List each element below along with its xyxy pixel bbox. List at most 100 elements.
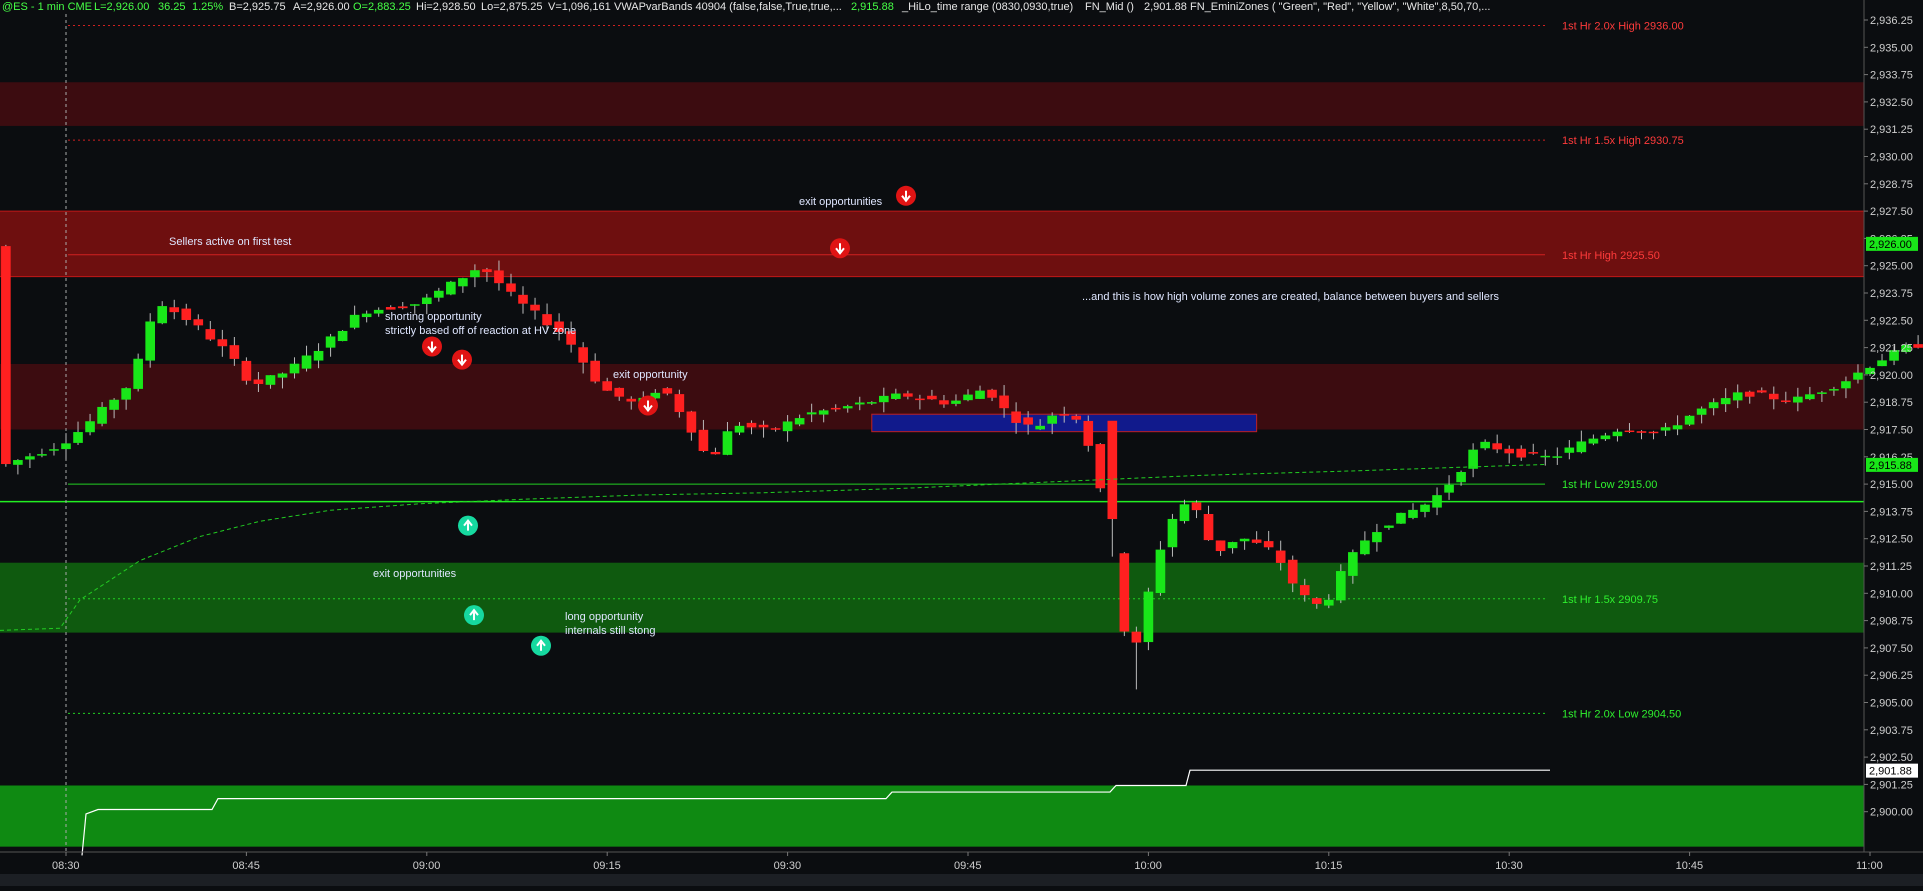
candle-body-517 — [145, 321, 155, 361]
candle-body-520 — [181, 308, 192, 320]
candle-body-646 — [1696, 408, 1707, 415]
candle-body-600 — [1143, 591, 1154, 643]
x-tick-label-10: 11:00 — [1856, 860, 1883, 872]
candle-body-553 — [578, 347, 588, 363]
header-study3-val: 2,901.88 — [1144, 1, 1187, 13]
candle-body-547 — [506, 283, 516, 292]
candle-body-541 — [434, 290, 444, 298]
candle-body-596 — [1095, 444, 1106, 489]
candle-body-609 — [1251, 539, 1262, 543]
candle-body-651 — [1756, 390, 1767, 393]
candle-body-664 — [1913, 344, 1923, 348]
candle-body-628 — [1480, 441, 1490, 449]
mid-price-tag-text: 2,901.88 — [1869, 766, 1912, 778]
candle-body-580 — [903, 393, 913, 397]
y-tick-label-6: 2,928.75 — [1870, 179, 1913, 191]
candle-body-603 — [1179, 504, 1190, 522]
candle-body-554 — [590, 360, 600, 382]
candle-body-508 — [37, 454, 47, 456]
annotation-hv-note: ...and this is how high volume zones are… — [1082, 291, 1500, 303]
candle-body-511 — [73, 432, 83, 443]
candle-body-578 — [879, 395, 889, 403]
candle-body-539 — [409, 304, 420, 306]
candle-body-650 — [1744, 391, 1755, 397]
candle-body-634 — [1552, 456, 1563, 458]
candle-body-538 — [397, 306, 408, 309]
chart-background — [0, 0, 1923, 886]
candle-body-659 — [1853, 372, 1863, 380]
candle-body-524 — [229, 345, 240, 359]
vwap-price-tag-text: 2,915.88 — [1869, 460, 1912, 472]
candle-body-510 — [61, 443, 71, 450]
candle-body-629 — [1492, 443, 1502, 450]
candle-body-564 — [710, 451, 721, 455]
candle-body-521 — [193, 319, 204, 326]
candle-body-617 — [1348, 552, 1358, 576]
candle-body-656 — [1817, 392, 1827, 394]
header-change: 36.25 — [158, 1, 186, 13]
y-tick-label-2: 2,933.75 — [1870, 70, 1913, 82]
candle-body-540 — [421, 297, 432, 305]
candle-body-599 — [1131, 631, 1142, 643]
candle-body-598 — [1119, 553, 1130, 632]
candle-body-584 — [951, 400, 961, 404]
candle-body-512 — [85, 421, 95, 433]
candle-body-548 — [518, 294, 528, 304]
y-tick-label-21: 2,910.00 — [1870, 588, 1913, 600]
candle-body-590 — [1023, 417, 1033, 425]
candle-body-601 — [1155, 549, 1166, 593]
y-tick-label-13: 2,920.00 — [1870, 370, 1913, 382]
candle-body-505 — [1, 246, 11, 465]
candle-body-615 — [1323, 599, 1334, 606]
candle-body-627 — [1468, 449, 1478, 469]
candle-body-562 — [686, 411, 697, 433]
candle-body-611 — [1275, 550, 1286, 563]
candle-body-534 — [349, 314, 360, 328]
candle-body-621 — [1396, 512, 1406, 524]
candle-body-638 — [1600, 435, 1611, 440]
y-tick-label-27: 2,902.50 — [1870, 752, 1913, 764]
candle-body-573 — [818, 410, 829, 415]
candle-body-645 — [1684, 415, 1695, 425]
x-tick-label-8: 10:30 — [1495, 860, 1523, 872]
candle-body-635 — [1564, 447, 1575, 453]
y-tick-label-28: 2,901.25 — [1870, 779, 1913, 791]
candle-body-581 — [915, 398, 925, 401]
scrollbar[interactable] — [0, 874, 1923, 886]
y-tick-label-11: 2,922.50 — [1870, 315, 1913, 327]
candle-body-641 — [1636, 431, 1647, 433]
candle-body-595 — [1083, 420, 1094, 446]
y-tick-label-1: 2,935.00 — [1870, 42, 1913, 54]
header-volume: V=1,096,161 — [548, 1, 611, 13]
candle-body-514 — [109, 399, 119, 410]
candle-body-607 — [1227, 542, 1238, 549]
level-label-2: 1st Hr High 2925.50 — [1562, 250, 1660, 262]
candle-body-566 — [734, 425, 745, 433]
candle-body-632 — [1528, 452, 1539, 454]
y-tick-label-12: 2,921.25 — [1870, 343, 1913, 355]
candle-body-572 — [806, 412, 817, 415]
candle-body-507 — [25, 456, 35, 460]
candle-body-575 — [842, 406, 853, 409]
x-tick-label-4: 09:30 — [774, 860, 802, 872]
candle-body-544 — [470, 270, 480, 278]
candle-body-509 — [49, 449, 59, 451]
candle-body-536 — [373, 309, 384, 314]
header-ask: A=2,926.00 — [293, 1, 350, 13]
candle-body-613 — [1299, 585, 1310, 596]
candle-body-516 — [133, 358, 143, 389]
candle-body-523 — [217, 339, 228, 347]
candle-body-593 — [1059, 414, 1070, 416]
y-tick-label-29: 2,900.00 — [1870, 807, 1913, 819]
candle-body-652 — [1768, 393, 1779, 400]
x-tick-label-0: 08:30 — [52, 860, 80, 872]
candle-body-546 — [494, 270, 504, 284]
candle-body-543 — [458, 278, 468, 287]
candle-body-622 — [1408, 509, 1418, 518]
y-tick-label-20: 2,911.25 — [1870, 561, 1912, 573]
candle-body-556 — [614, 387, 625, 397]
candle-body-583 — [939, 400, 949, 405]
candle-body-537 — [385, 307, 396, 310]
candle-body-571 — [794, 418, 805, 425]
candle-body-610 — [1263, 541, 1274, 548]
